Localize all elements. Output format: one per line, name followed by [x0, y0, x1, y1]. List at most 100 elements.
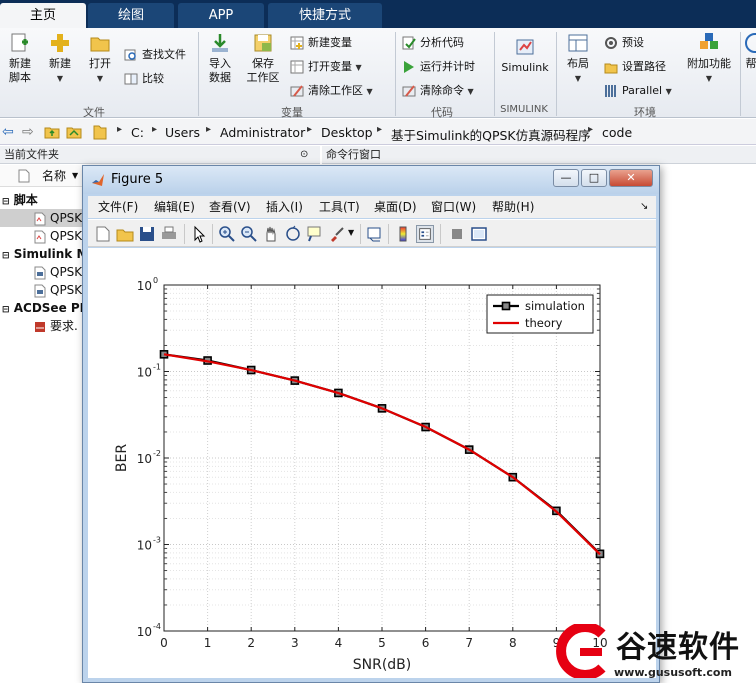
list-item[interactable]: QPSK — [0, 263, 84, 281]
open-button[interactable]: 打开 ▼ — [84, 32, 116, 86]
ber-plot[interactable]: 0 1 2 3 4 5 6 7 8 9 1010 010 -110 -210 -310 -4SNR(dB)BE… — [88, 248, 656, 678]
layout-button[interactable]: 布局 ▼ — [562, 32, 594, 86]
compare-button[interactable]: 比较 — [124, 70, 164, 88]
open-caret-icon: ▼ — [96, 74, 104, 83]
compare-icon — [124, 73, 138, 85]
menu-view[interactable]: 查看(V) — [209, 196, 251, 218]
new-variable-button[interactable]: 新建变量 — [290, 34, 352, 52]
pan-hand-icon[interactable] — [262, 225, 280, 243]
link-plot-icon[interactable] — [366, 225, 384, 243]
collapse-icon[interactable]: ⊟ — [2, 305, 10, 315]
back-arrow-icon[interactable]: ⇦ — [2, 124, 14, 140]
addons-icon — [700, 33, 718, 49]
list-item[interactable]: QPSK — [0, 227, 84, 245]
new-caret-icon: ▼ — [56, 74, 64, 83]
zoom-in-icon[interactable] — [218, 225, 236, 243]
tree-group-simulink[interactable]: ⊟ Simulink M — [0, 245, 84, 263]
run-timer-icon — [404, 61, 414, 73]
x-tick-label: 6 — [422, 636, 430, 650]
y-tick-label: 10 — [137, 279, 152, 293]
figure-title-bar[interactable]: Figure 5 — □ ✕ — [83, 166, 659, 194]
y-tick-exponent: -3 — [153, 536, 161, 545]
tab-apps[interactable]: APP — [178, 3, 264, 28]
figure-canvas[interactable]: 0 1 2 3 4 5 6 7 8 9 10 10 0 10 -1 10 -2 10 -3 10 -4 SNR(dB) BE… — [88, 248, 656, 678]
preferences-button[interactable]: 预设 — [604, 34, 644, 52]
run-timer-button[interactable]: 运行并计时 — [402, 58, 475, 76]
new-plus-icon — [51, 34, 69, 52]
close-button[interactable]: ✕ — [609, 169, 653, 187]
path-segment[interactable]: C: — [131, 125, 144, 140]
tree-group-scripts[interactable]: ⊟ 脚本 — [0, 191, 84, 209]
new-figure-icon[interactable] — [94, 225, 112, 243]
new-button[interactable]: 新建 ▼ — [44, 32, 76, 86]
clear-commands-label: 清除命令 — [420, 84, 464, 97]
panel-menu-icon[interactable]: ⊙ — [300, 146, 308, 164]
save-icon[interactable] — [138, 225, 156, 243]
figure-window[interactable]: Figure 5 — □ ✕ 文件(F) 编辑(E) 查看(V) 插入(I) 工… — [82, 165, 660, 683]
group-file-label: 文件 — [83, 106, 105, 119]
menu-edit[interactable]: 编辑(E) — [154, 196, 195, 218]
y-tick-exponent: 0 — [153, 276, 158, 285]
help-button[interactable]: 帮 — [744, 32, 756, 71]
path-segment[interactable]: Administrator — [220, 125, 305, 140]
path-segment[interactable]: Users — [165, 125, 200, 140]
zoom-out-icon[interactable] — [240, 225, 258, 243]
open-file-icon[interactable] — [116, 225, 134, 243]
new-script-button[interactable]: 新建 脚本 — [4, 32, 36, 85]
menu-desktop[interactable]: 桌面(D) — [374, 196, 417, 218]
tab-home[interactable]: 主页 — [0, 3, 86, 28]
collapse-icon[interactable]: ⊟ — [2, 197, 10, 207]
menu-help[interactable]: 帮助(H) — [492, 196, 534, 218]
tab-shortcuts[interactable]: 快捷方式 — [268, 3, 382, 28]
simulink-button[interactable]: Simulink — [500, 36, 550, 75]
file-name: QPSK — [50, 211, 83, 225]
minimize-button[interactable]: — — [553, 169, 579, 187]
sort-caret-icon[interactable]: ▼ — [72, 165, 78, 187]
simulink-label: Simulink — [501, 61, 549, 74]
clear-workspace-button[interactable]: 清除工作区 ▼ — [290, 82, 373, 100]
print-icon[interactable] — [160, 225, 178, 243]
dock-arrow-icon[interactable]: ↘ — [640, 196, 648, 218]
path-segment[interactable]: 基于Simulink的QPSK仿真源码程序 — [391, 125, 591, 144]
import-data-button[interactable]: 导入 数据 — [203, 32, 237, 85]
command-window-header: 命令行窗口 — [322, 146, 756, 164]
brush-icon[interactable] — [328, 225, 346, 243]
path-segment[interactable]: Desktop — [321, 125, 373, 140]
hide-plot-tools-icon[interactable] — [448, 225, 466, 243]
gear-icon — [605, 37, 617, 49]
clear-commands-button[interactable]: 清除命令 ▼ — [402, 82, 474, 100]
list-item[interactable]: QPSK — [0, 209, 84, 227]
analyze-code-button[interactable]: 分析代码 — [402, 34, 464, 52]
up-folder-icon[interactable] — [44, 124, 60, 140]
legend-label: simulation — [525, 299, 585, 313]
parallel-button[interactable]: Parallel ▼ — [604, 82, 672, 100]
show-plot-tools-icon[interactable] — [470, 225, 488, 243]
save-workspace-button[interactable]: 保存 工作区 — [244, 32, 282, 85]
data-cursor-icon[interactable] — [306, 225, 324, 243]
menu-file[interactable]: 文件(F) — [98, 196, 138, 218]
rotate-3d-icon[interactable] — [284, 225, 302, 243]
menu-window[interactable]: 窗口(W) — [431, 196, 476, 218]
brush-caret-icon[interactable]: ▼ — [348, 228, 354, 237]
forward-arrow-icon[interactable]: ⇨ — [22, 124, 34, 140]
file-list-column-header[interactable]: 名称 ▼ — [0, 165, 84, 187]
open-variable-button[interactable]: 打开变量 ▼ — [290, 58, 362, 76]
list-item[interactable]: 要求. — [0, 317, 84, 335]
addons-button[interactable]: 附加功能 ▼ — [686, 32, 732, 86]
tab-plots[interactable]: 绘图 — [88, 3, 174, 28]
select-arrow-icon[interactable] — [190, 225, 208, 243]
clear-commands-icon — [402, 85, 416, 97]
set-path-button[interactable]: 设置路径 — [604, 58, 666, 76]
tree-group-acdsee[interactable]: ⊟ ACDSee PN — [0, 299, 84, 317]
collapse-icon[interactable]: ⊟ — [2, 251, 10, 261]
ribbon-separator — [198, 32, 199, 116]
list-item[interactable]: QPSK — [0, 281, 84, 299]
menu-insert[interactable]: 插入(I) — [266, 196, 303, 218]
menu-tools[interactable]: 工具(T) — [319, 196, 360, 218]
maximize-button[interactable]: □ — [581, 169, 607, 187]
browse-folder-icon[interactable] — [66, 124, 82, 140]
find-files-button[interactable]: 查找文件 — [124, 46, 186, 64]
path-segment[interactable]: code — [602, 125, 632, 140]
legend-icon[interactable] — [416, 225, 434, 243]
colorbar-icon[interactable] — [394, 225, 412, 243]
